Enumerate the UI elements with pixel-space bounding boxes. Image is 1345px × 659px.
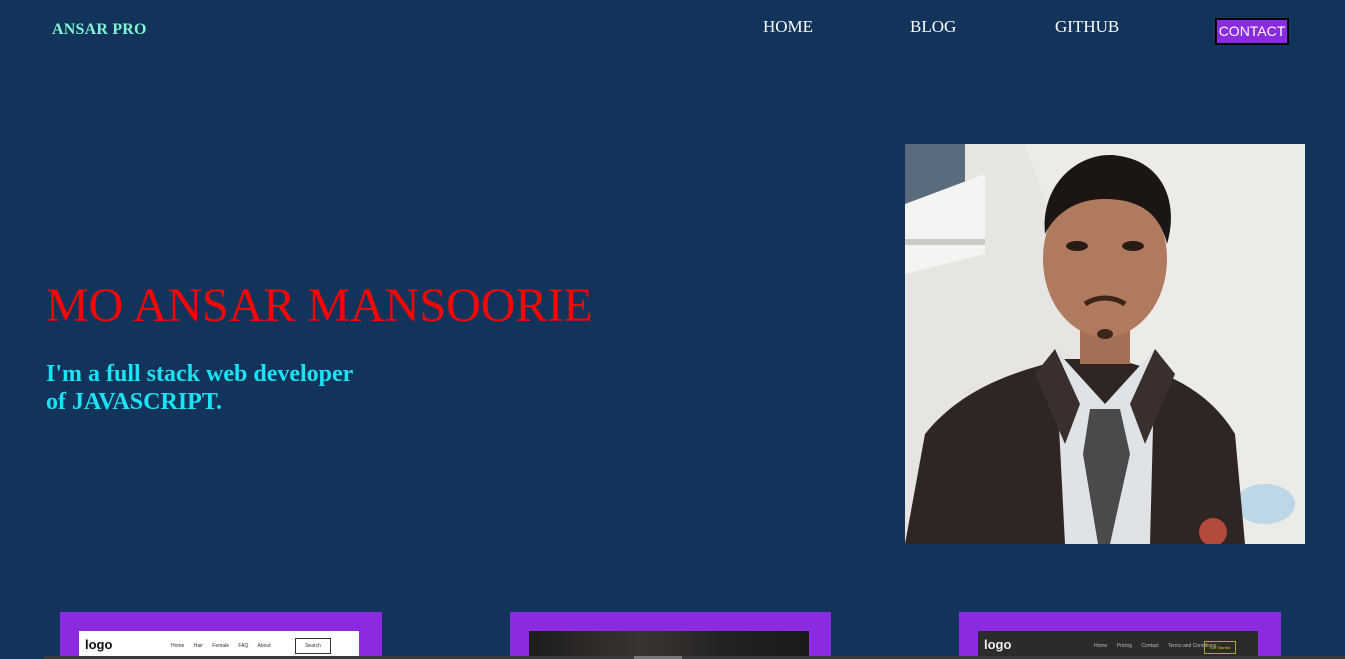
contact-button[interactable]: CONTACT	[1215, 18, 1289, 45]
nav-blog[interactable]: BLOG	[910, 17, 956, 37]
thumb-menu: Home Hair Female FAQ About	[171, 643, 279, 649]
thumb-search-box: Search	[295, 638, 331, 654]
project-card-3[interactable]: logo Home Pricing Contact Terms and Cond…	[959, 612, 1281, 659]
hero-subtitle: I'm a full stack web developer of JAVASC…	[46, 361, 353, 415]
thumb-menu-item: FAQ	[238, 643, 249, 649]
hero-title: MO ANSAR MANSOORIE	[46, 279, 593, 332]
person-portrait-icon	[905, 144, 1305, 544]
page: ANSAR PRO HOME BLOG GITHUB CONTACT MO AN…	[0, 0, 1345, 659]
thumb-menu-item: Home	[1094, 643, 1108, 649]
portrait-photo	[905, 144, 1305, 544]
brand-logo[interactable]: ANSAR PRO	[52, 21, 147, 39]
thumb-logo: logo	[85, 637, 113, 652]
project-thumbnail	[529, 631, 809, 659]
project-card-2[interactable]	[510, 612, 831, 659]
nav-github[interactable]: GITHUB	[1055, 17, 1119, 37]
project-thumbnail: logo Home Pricing Contact Terms and Cond…	[978, 631, 1258, 659]
thumb-menu-item: Female	[212, 643, 229, 649]
thumb-menu-item: About	[257, 643, 271, 649]
thumb-menu-item: Contact	[1141, 643, 1159, 649]
nav-home[interactable]: HOME	[763, 17, 813, 37]
project-thumbnail: logo Home Hair Female FAQ About Search	[79, 631, 359, 659]
thumb-menu-item: Pricing	[1116, 643, 1133, 649]
thumb-photo	[529, 631, 809, 659]
project-card-1[interactable]: logo Home Hair Female FAQ About Search	[60, 612, 382, 659]
thumb-cta-button: Get Started	[1204, 641, 1236, 654]
thumb-menu-item: Home	[171, 643, 185, 649]
thumb-logo: logo	[984, 637, 1012, 652]
thumb-menu-item: Hair	[193, 643, 203, 649]
